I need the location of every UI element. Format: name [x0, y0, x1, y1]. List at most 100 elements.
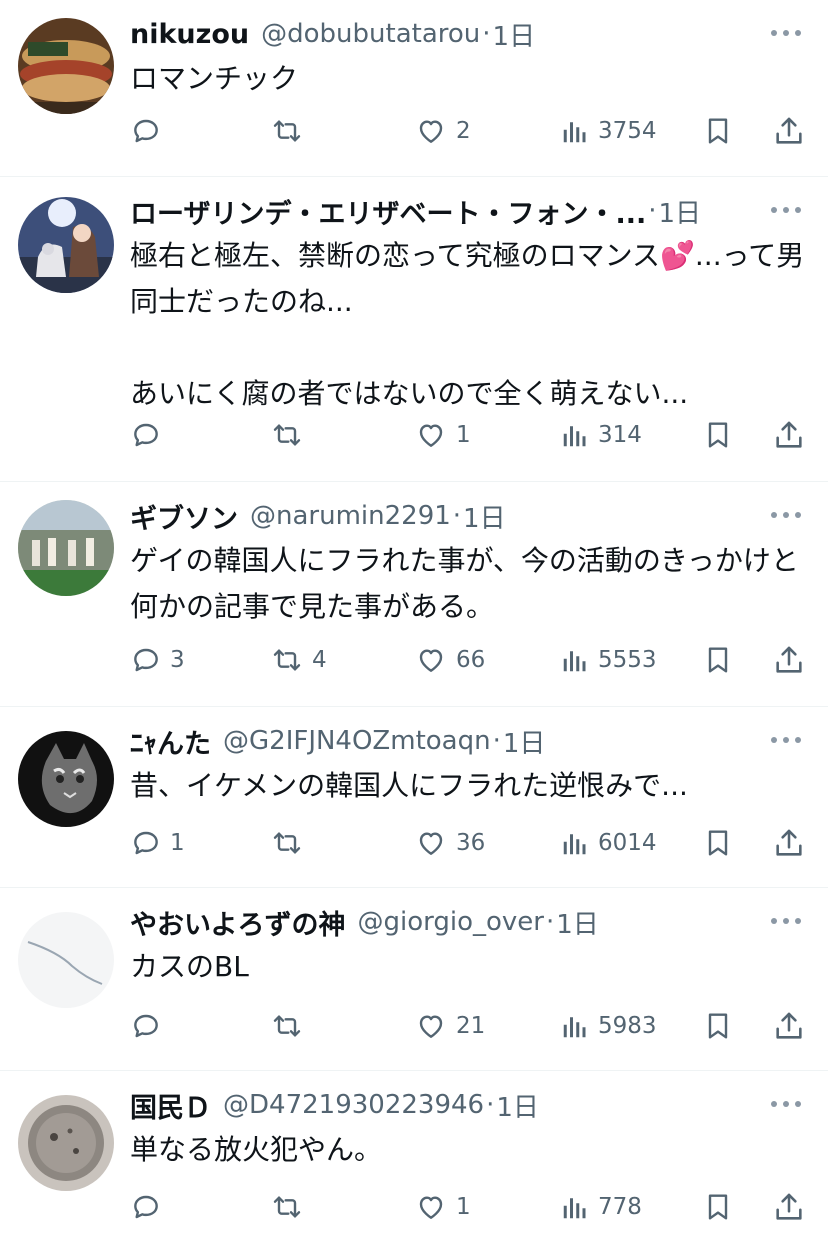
views-button[interactable]: 778	[560, 1187, 642, 1227]
timestamp[interactable]: 1日	[503, 723, 546, 760]
post[interactable]: 国民Ｄ @D4721930223946 · 1日 単なる放火犯やん。 1 778	[0, 1071, 828, 1243]
action-bar: 2 3754	[130, 111, 810, 151]
post[interactable]: nikuzou @dobubutatarou · 1日 ロマンチック 2 375…	[0, 0, 828, 177]
bookmark-button[interactable]	[702, 823, 734, 863]
timestamp[interactable]: 1日	[556, 904, 599, 941]
bookmark-button[interactable]	[702, 640, 734, 680]
reply-button[interactable]	[130, 415, 170, 455]
heart-icon	[414, 419, 448, 451]
bookmark-icon	[702, 418, 734, 452]
reply-button[interactable]	[130, 1006, 170, 1046]
more-options-icon[interactable]	[764, 500, 808, 530]
post-header: nikuzou @dobubutatarou · 1日	[130, 14, 810, 54]
views-button[interactable]: 3754	[560, 111, 657, 151]
like-button[interactable]: 66	[414, 640, 485, 680]
avatar[interactable]	[18, 1095, 114, 1191]
bookmark-button[interactable]	[702, 1006, 734, 1046]
avatar[interactable]	[18, 18, 114, 114]
share-button[interactable]	[772, 823, 806, 863]
user-handle[interactable]: @narumin2291	[250, 501, 451, 531]
reply-count: 3	[170, 647, 185, 673]
like-button[interactable]: 1	[414, 415, 471, 455]
reply-icon	[130, 419, 162, 451]
analytics-icon	[560, 419, 590, 451]
repost-button[interactable]	[270, 415, 312, 455]
action-bar: 1 314	[130, 415, 810, 455]
bookmark-button[interactable]	[702, 415, 734, 455]
repost-button[interactable]	[270, 1006, 312, 1046]
like-count: 1	[456, 422, 471, 448]
avatar[interactable]	[18, 197, 114, 293]
repost-button[interactable]: 4	[270, 640, 327, 680]
separator: ·	[492, 726, 501, 756]
display-name[interactable]: ギブソン	[130, 497, 238, 536]
views-button[interactable]: 5983	[560, 1006, 657, 1046]
more-options-icon[interactable]	[764, 18, 808, 48]
share-button[interactable]	[772, 415, 806, 455]
post-text: ロマンチック	[130, 62, 299, 95]
display-name[interactable]: やおいよろずの神	[130, 903, 345, 942]
more-options-icon[interactable]	[764, 195, 808, 225]
timestamp[interactable]: 1日	[659, 193, 702, 230]
repost-button[interactable]	[270, 111, 312, 151]
avatar[interactable]	[18, 500, 114, 596]
bookmark-icon	[702, 826, 734, 860]
post[interactable]: やおいよろずの神 @giorgio_over · 1日 カスのBL 21 598…	[0, 888, 828, 1071]
share-icon	[772, 826, 806, 860]
avatar[interactable]	[18, 731, 114, 827]
post-text: 単なる放火犯やん。	[130, 1133, 383, 1166]
more-options-icon[interactable]	[764, 906, 808, 936]
post-header: 国民Ｄ @D4721930223946 · 1日	[130, 1085, 810, 1125]
avatar[interactable]	[18, 912, 114, 1008]
share-button[interactable]	[772, 111, 806, 151]
post[interactable]: ﾆｬんた @G2IFJN4OZmtoaqn · 1日 昔、イケメンの韓国人にフラ…	[0, 707, 828, 888]
repost-button[interactable]	[270, 823, 312, 863]
post[interactable]: ギブソン @narumin2291 · 1日 ゲイの韓国人にフラれた事が、今の活…	[0, 482, 828, 707]
user-handle[interactable]: @D4721930223946	[223, 1090, 484, 1120]
post-header: ローザリンデ・エリザベート・フォン・... · 1日	[130, 191, 810, 231]
timestamp[interactable]: 1日	[463, 498, 506, 535]
display-name[interactable]: nikuzou	[130, 19, 249, 50]
user-handle[interactable]: @giorgio_over	[357, 907, 543, 937]
views-button[interactable]: 6014	[560, 823, 657, 863]
bookmark-icon	[702, 1190, 734, 1224]
share-button[interactable]	[772, 1187, 806, 1227]
timestamp[interactable]: 1日	[493, 16, 536, 53]
display-name[interactable]: 国民Ｄ	[130, 1086, 211, 1125]
share-button[interactable]	[772, 1006, 806, 1046]
analytics-icon	[560, 115, 590, 147]
bookmark-button[interactable]	[702, 1187, 734, 1227]
reply-button[interactable]: 1	[130, 823, 185, 863]
reply-button[interactable]	[130, 1187, 170, 1227]
bookmark-icon	[702, 1009, 734, 1043]
analytics-icon	[560, 644, 590, 676]
timestamp[interactable]: 1日	[496, 1087, 539, 1124]
more-options-icon[interactable]	[764, 725, 808, 755]
bookmark-button[interactable]	[702, 111, 734, 151]
like-button[interactable]: 2	[414, 111, 471, 151]
like-button[interactable]: 1	[414, 1187, 471, 1227]
user-handle[interactable]: @dobubutatarou	[261, 19, 480, 49]
display-name[interactable]: ローザリンデ・エリザベート・フォン・...	[130, 192, 646, 231]
heart-icon	[414, 1191, 448, 1223]
repost-icon	[270, 1191, 304, 1223]
reply-icon	[130, 1191, 162, 1223]
more-options-icon[interactable]	[764, 1089, 808, 1119]
repost-icon	[270, 827, 304, 859]
reply-button[interactable]	[130, 111, 170, 151]
user-handle[interactable]: @G2IFJN4OZmtoaqn	[223, 726, 491, 756]
action-bar: 3 4 66 5553	[130, 640, 810, 680]
post[interactable]: ローザリンデ・エリザベート・フォン・... · 1日 極右と極左、禁断の恋って究…	[0, 177, 828, 482]
views-button[interactable]: 5553	[560, 640, 657, 680]
repost-button[interactable]	[270, 1187, 312, 1227]
separator: ·	[545, 907, 555, 937]
like-button[interactable]: 36	[414, 823, 485, 863]
view-count: 6014	[598, 830, 657, 856]
share-button[interactable]	[772, 640, 806, 680]
repost-icon	[270, 419, 304, 451]
like-button[interactable]: 21	[414, 1006, 485, 1046]
heart-icon	[414, 1010, 448, 1042]
reply-button[interactable]: 3	[130, 640, 185, 680]
views-button[interactable]: 314	[560, 415, 642, 455]
display-name[interactable]: ﾆｬんた	[130, 722, 211, 761]
